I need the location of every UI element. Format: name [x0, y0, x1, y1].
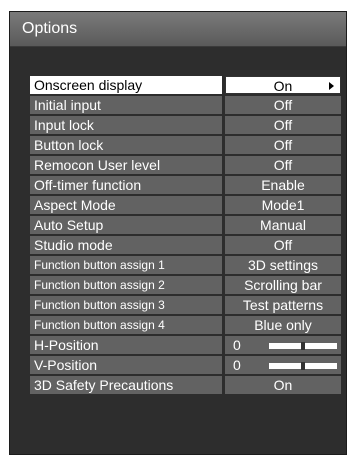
- menu-row-label: Input lock: [30, 116, 222, 134]
- menu-row-label: Initial input: [30, 96, 222, 114]
- slider-value-text: 0: [233, 337, 241, 353]
- menu-row-value[interactable]: On: [225, 76, 341, 94]
- menu-row-function-button-assign-4[interactable]: Function button assign 4 Blue only: [30, 316, 341, 334]
- menu-row-value[interactable]: On: [225, 376, 341, 394]
- slider-thumb[interactable]: [301, 342, 305, 350]
- window-title: Options: [22, 20, 78, 37]
- menu-row-label: 3D Safety Precautions: [30, 376, 222, 394]
- menu-row-value[interactable]: Scrolling bar: [225, 276, 341, 294]
- h-position-slider[interactable]: [269, 342, 337, 350]
- menu-row-input-lock[interactable]: Input lock Off: [30, 116, 341, 134]
- menu-row-label: Function button assign 2: [30, 276, 222, 294]
- menu-row-label: Button lock: [30, 136, 222, 154]
- menu-row-label: Remocon User level: [30, 156, 222, 174]
- menu-row-v-position[interactable]: V-Position 0: [30, 356, 341, 374]
- menu-row-label: Auto Setup: [30, 216, 222, 234]
- menu-row-value[interactable]: Test patterns: [225, 296, 341, 314]
- menu-row-h-position[interactable]: H-Position 0: [30, 336, 341, 354]
- arrow-right-icon: [329, 82, 334, 90]
- slider-value-text: 0: [233, 357, 241, 373]
- menu-row-label: Function button assign 3: [30, 296, 222, 314]
- menu-row-value[interactable]: Off: [225, 116, 341, 134]
- menu-row-onscreen-display[interactable]: Onscreen display On: [30, 76, 341, 94]
- menu-row-auto-setup[interactable]: Auto Setup Manual: [30, 216, 341, 234]
- menu-row-label: Onscreen display: [30, 76, 222, 94]
- menu-row-label: Aspect Mode: [30, 196, 222, 214]
- menu-row-value[interactable]: Mode1: [225, 196, 341, 214]
- menu-row-off-timer-function[interactable]: Off-timer function Enable: [30, 176, 341, 194]
- menu-row-value[interactable]: Off: [225, 96, 341, 114]
- menu-row-value[interactable]: 3D settings: [225, 256, 341, 274]
- title-bar: Options: [10, 12, 346, 47]
- menu-row-value[interactable]: 0: [225, 356, 341, 374]
- menu-row-value[interactable]: Enable: [225, 176, 341, 194]
- menu-row-initial-input[interactable]: Initial input Off: [30, 96, 341, 114]
- options-list: Onscreen display On Initial input Off In…: [30, 76, 341, 396]
- menu-row-value[interactable]: Off: [225, 156, 341, 174]
- menu-row-value[interactable]: Manual: [225, 216, 341, 234]
- menu-row-aspect-mode[interactable]: Aspect Mode Mode1: [30, 196, 341, 214]
- menu-row-label: Studio mode: [30, 236, 222, 254]
- menu-row-remocon-user-level[interactable]: Remocon User level Off: [30, 156, 341, 174]
- menu-row-value[interactable]: 0: [225, 336, 341, 354]
- menu-row-label: Function button assign 1: [30, 256, 222, 274]
- menu-row-function-button-assign-1[interactable]: Function button assign 1 3D settings: [30, 256, 341, 274]
- menu-row-label: V-Position: [30, 356, 222, 374]
- slider-thumb[interactable]: [301, 362, 305, 370]
- menu-row-label: Function button assign 4: [30, 316, 222, 334]
- menu-row-value[interactable]: Blue only: [225, 316, 341, 334]
- menu-row-label: Off-timer function: [30, 176, 222, 194]
- menu-row-button-lock[interactable]: Button lock Off: [30, 136, 341, 154]
- menu-row-3d-safety-precautions[interactable]: 3D Safety Precautions On: [30, 376, 341, 394]
- options-window: Options Onscreen display On Initial inpu…: [9, 11, 347, 455]
- menu-row-value[interactable]: Off: [225, 236, 341, 254]
- menu-row-function-button-assign-3[interactable]: Function button assign 3 Test patterns: [30, 296, 341, 314]
- menu-row-value[interactable]: Off: [225, 136, 341, 154]
- menu-row-studio-mode[interactable]: Studio mode Off: [30, 236, 341, 254]
- menu-row-value-text: On: [273, 78, 293, 94]
- menu-row-label: H-Position: [30, 336, 222, 354]
- v-position-slider[interactable]: [269, 362, 337, 370]
- menu-row-function-button-assign-2[interactable]: Function button assign 2 Scrolling bar: [30, 276, 341, 294]
